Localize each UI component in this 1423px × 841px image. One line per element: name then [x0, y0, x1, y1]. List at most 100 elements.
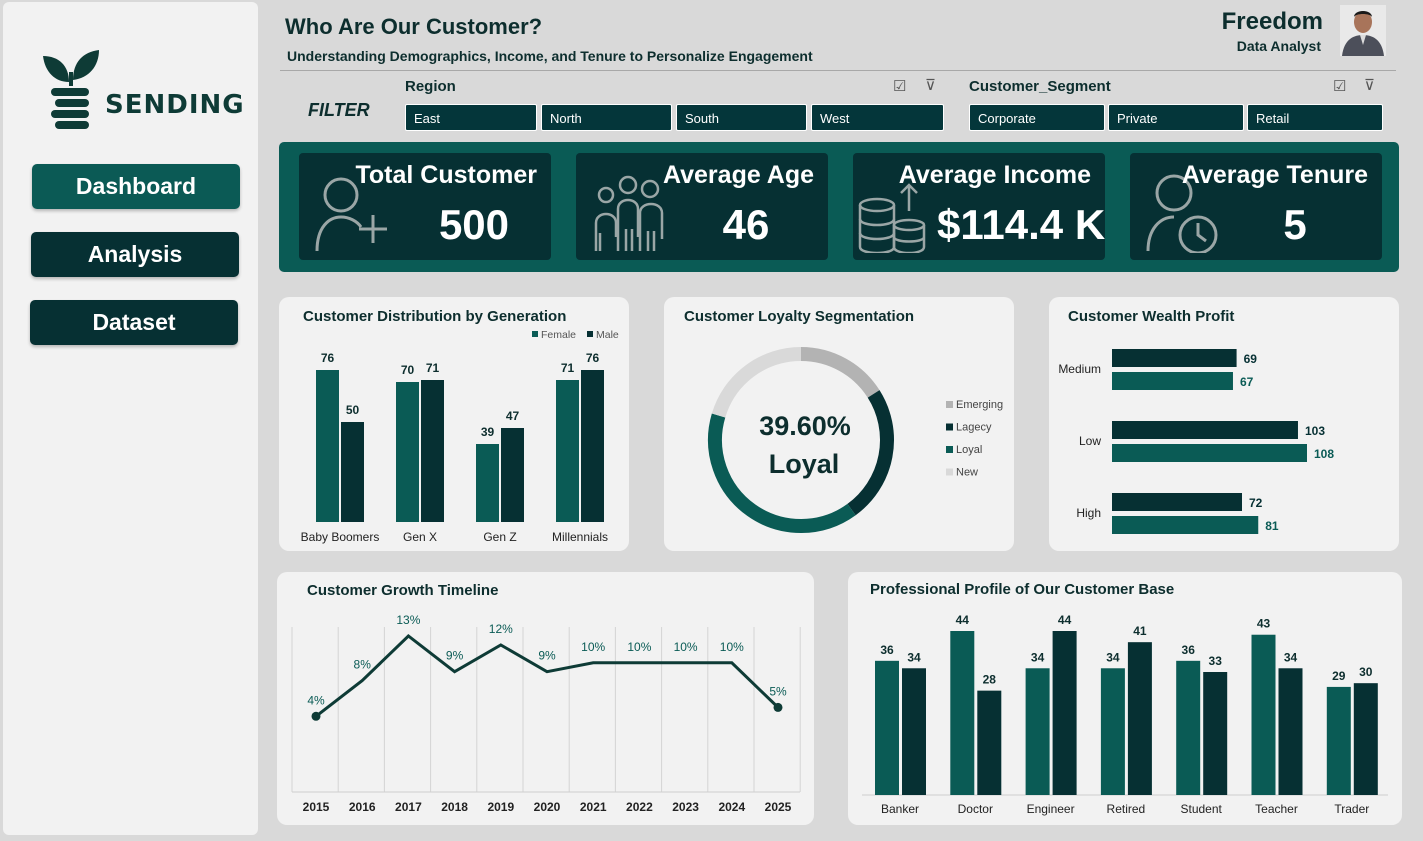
- data-label: 47: [506, 409, 520, 423]
- tick-label: Gen Z: [483, 530, 516, 544]
- data-label: 10%: [627, 640, 651, 654]
- tick-label: Trader: [1334, 802, 1369, 816]
- data-label: 36: [1182, 643, 1196, 657]
- bar: [556, 380, 579, 522]
- region-north-button[interactable]: North: [541, 104, 672, 131]
- generation-chart: Female Male 76 50 Baby Boomers 70 71 Gen X 39 47 G…: [301, 329, 619, 544]
- growth-panel: Customer Growth Timeline 4% 2015 8% 2016 13%…: [277, 572, 814, 825]
- data-label: 81: [1265, 519, 1279, 533]
- plant-coin-icon: [43, 50, 99, 129]
- bar: [421, 380, 444, 522]
- data-label: 44: [1058, 613, 1072, 627]
- tick-label: 2023: [672, 800, 699, 814]
- generation-panel: Customer Distribution by Generation Fema…: [279, 297, 629, 551]
- tick-label: 2022: [626, 800, 653, 814]
- bar: [1353, 683, 1378, 795]
- author-role: Data Analyst: [1236, 38, 1321, 54]
- legend-swatch: [946, 401, 953, 408]
- logo-text: SENDING: [105, 90, 245, 120]
- tick-label: 2015: [303, 800, 330, 814]
- nav-analysis-button[interactable]: Analysis: [31, 232, 239, 277]
- segment-private-button[interactable]: Private: [1108, 104, 1244, 131]
- bar: [1127, 642, 1152, 795]
- data-label: 71: [426, 361, 440, 375]
- bar: [581, 370, 604, 522]
- data-label: 34: [1106, 650, 1120, 664]
- avatar: [1340, 5, 1386, 56]
- donut-slice: [711, 347, 802, 418]
- legend-swatch: [946, 423, 953, 431]
- kpi-value: 5: [1283, 201, 1307, 248]
- tick-label: 2017: [395, 800, 422, 814]
- kpi-title: Total Customer: [355, 161, 538, 189]
- data-label: 28: [983, 673, 997, 687]
- data-label: 34: [1031, 650, 1045, 664]
- legend-label: Lagecy: [956, 422, 992, 434]
- legend-swatch: [587, 331, 593, 337]
- filter-label: FILTER: [308, 100, 370, 120]
- logo: SENDING: [41, 48, 244, 132]
- legend-label: Male: [596, 329, 619, 341]
- clear-filter-icon[interactable]: ⊽: [1364, 76, 1375, 94]
- data-label: 12%: [489, 622, 513, 636]
- data-label: 103: [1305, 424, 1325, 438]
- data-label: 29: [1332, 669, 1346, 683]
- tick-label: 2018: [441, 800, 468, 814]
- wealth-panel: Customer Wealth Profit Medium 69 67 Low 103 1…: [1049, 297, 1399, 551]
- nav-dataset-button[interactable]: Dataset: [30, 300, 238, 345]
- legend-label: Emerging: [956, 399, 1003, 411]
- nav-dashboard-button[interactable]: Dashboard: [32, 164, 240, 209]
- tick-label: 2020: [534, 800, 561, 814]
- bar: [476, 444, 499, 522]
- data-label: 44: [956, 613, 970, 627]
- clear-filter-icon[interactable]: ⊽: [925, 76, 936, 94]
- data-label: 34: [1284, 650, 1298, 664]
- tick-label: Student: [1181, 802, 1223, 816]
- multi-select-icon[interactable]: ☑: [893, 77, 906, 95]
- multi-select-icon[interactable]: ☑: [1333, 77, 1346, 95]
- sidebar: SENDING Dashboard Analysis Dataset: [3, 2, 258, 835]
- legend-swatch: [946, 468, 953, 476]
- data-label: 43: [1257, 617, 1271, 631]
- data-label: 10%: [720, 640, 744, 654]
- region-east-button[interactable]: East: [405, 104, 537, 131]
- data-label: 9%: [446, 649, 464, 663]
- tick-label: Doctor: [958, 802, 993, 816]
- data-label: 4%: [307, 693, 325, 707]
- bar: [316, 370, 339, 522]
- bar: [1100, 668, 1125, 795]
- donut-slice: [847, 390, 894, 516]
- data-label: 8%: [354, 658, 372, 672]
- region-south-button[interactable]: South: [676, 104, 807, 131]
- bar: [501, 428, 524, 522]
- tick-label: Low: [1079, 434, 1101, 448]
- legend-label: New: [956, 467, 978, 479]
- kpi-title: Average Tenure: [1181, 161, 1368, 189]
- data-label: 69: [1244, 352, 1258, 366]
- bar: [950, 631, 975, 795]
- profession-chart: 36 34 Banker 44 28 Doctor 34 44 Engineer 34 41 Reti…: [862, 613, 1388, 816]
- region-west-button[interactable]: West: [811, 104, 944, 131]
- tick-label: Baby Boomers: [301, 530, 380, 544]
- tick-label: 2016: [349, 800, 376, 814]
- segment-corporate-button[interactable]: Corporate: [969, 104, 1105, 131]
- kpi-average-income: Average Income $114.4 K: [853, 153, 1105, 260]
- bar: [1112, 421, 1298, 439]
- page-title: Who Are Our Customer?: [285, 14, 543, 39]
- donut-center-value: 39.60%: [759, 411, 851, 441]
- page-subtitle: Understanding Demographics, Income, and …: [287, 48, 813, 64]
- data-label: 5%: [769, 684, 787, 698]
- tick-label: 2019: [487, 800, 514, 814]
- tick-label: 2025: [765, 800, 792, 814]
- bar: [902, 668, 926, 795]
- bar: [1052, 631, 1077, 795]
- data-label: 36: [880, 643, 894, 657]
- segment-retail-button[interactable]: Retail: [1247, 104, 1383, 131]
- data-label: 108: [1314, 447, 1334, 461]
- tick-label: 2024: [718, 800, 745, 814]
- legend-label: Loyal: [956, 444, 982, 456]
- region-slicer-title: Region: [405, 78, 456, 95]
- data-label: 39: [481, 425, 495, 439]
- family-icon: [594, 175, 664, 251]
- legend-swatch: [532, 331, 538, 337]
